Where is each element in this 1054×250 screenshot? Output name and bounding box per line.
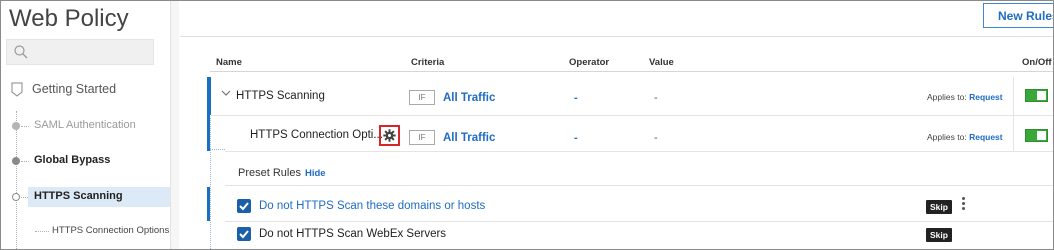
sidebar: Web Policy Getting Started SAML Authenti… — [1, 1, 179, 249]
column-header-criteria: Criteria — [411, 57, 445, 68]
if-badge: IF — [409, 130, 435, 145]
applies-to: Applies to: Request — [927, 92, 1003, 102]
tree-branch — [21, 126, 29, 127]
header-divider — [210, 71, 1053, 72]
row-divider — [211, 115, 1053, 116]
tree-node-dot — [12, 157, 20, 165]
page-title: Web Policy — [9, 5, 129, 32]
preset-rule-checkbox[interactable] — [237, 227, 251, 241]
toggle-knob — [1037, 91, 1046, 100]
row-divider — [225, 185, 1053, 186]
column-header-onoff: On/Off — [1022, 57, 1052, 68]
applies-to-label: Applies to: — [927, 92, 967, 102]
tree-branch — [21, 161, 29, 162]
preset-rule-label: Do not HTTPS Scan WebEx Servers — [259, 228, 447, 240]
rule-name: HTTPS Scanning — [236, 90, 325, 102]
operator-value: - — [574, 92, 578, 104]
gear-icon — [383, 129, 396, 142]
rule-settings-button[interactable] — [379, 125, 400, 146]
row-divider — [225, 151, 1053, 152]
hide-preset-link[interactable]: Hide — [305, 168, 326, 179]
sidebar-item-getting-started[interactable]: Getting Started — [1, 81, 171, 101]
column-divider — [1013, 77, 1014, 115]
if-badge: IF — [409, 90, 435, 105]
sidebar-item-label: SAML Authentication — [34, 119, 136, 131]
criteria-link[interactable]: All Traffic — [443, 92, 495, 104]
sidebar-item-label: HTTPS Connection Options — [52, 225, 170, 236]
criteria-link[interactable]: All Traffic — [443, 132, 495, 144]
search-icon — [14, 45, 28, 59]
sidebar-item-saml-authentication[interactable]: SAML Authentication — [1, 118, 171, 136]
column-header-name: Name — [216, 57, 242, 68]
main-panel: New Rules Name Criteria Operator Value O… — [180, 1, 1053, 249]
new-rules-button[interactable]: New Rules — [983, 3, 1053, 28]
app-frame: Web Policy Getting Started SAML Authenti… — [0, 0, 1054, 250]
preset-rules-heading: Preset Rules Hide — [238, 167, 326, 179]
shield-icon — [11, 82, 23, 97]
tree-branch — [210, 149, 225, 150]
skip-badge: Skip — [926, 200, 952, 214]
rule-toggle[interactable] — [1025, 89, 1048, 102]
sidebar-item-label: Global Bypass — [34, 154, 111, 166]
checkmark-icon — [239, 230, 249, 239]
applies-to-value[interactable]: Request — [969, 92, 1003, 102]
sidebar-item-https-scanning[interactable]: HTTPS Scanning — [1, 187, 171, 207]
preset-rule-checkbox[interactable] — [237, 199, 251, 213]
sidebar-item-https-connection-options[interactable]: HTTPS Connection Options — [1, 223, 171, 241]
skip-badge: Skip — [926, 228, 952, 242]
column-header-value: Value — [649, 57, 674, 68]
search-input[interactable] — [6, 39, 154, 65]
tree-branch — [35, 231, 49, 232]
preset-rules-label: Preset Rules — [238, 167, 301, 179]
column-divider — [1013, 115, 1014, 151]
more-options-icon[interactable] — [962, 197, 966, 213]
rule-toggle[interactable] — [1025, 129, 1048, 142]
tree-connector — [210, 118, 211, 249]
sidebar-item-label: HTTPS Scanning — [34, 190, 123, 202]
operator-value: - — [574, 132, 578, 144]
rule-name: HTTPS Connection Opti... — [250, 129, 383, 141]
value-cell: - — [654, 132, 658, 144]
sidebar-scrollbar[interactable] — [170, 1, 179, 249]
toggle-knob — [1037, 131, 1046, 140]
checkmark-icon — [239, 202, 249, 211]
chevron-down-icon[interactable] — [220, 88, 232, 98]
row-divider — [225, 221, 1053, 222]
row-selected-indicator — [207, 77, 211, 115]
applies-to-label: Applies to: — [927, 132, 967, 142]
divider — [180, 36, 1053, 37]
applies-to: Applies to: Request — [927, 132, 1003, 142]
sidebar-item-label: Getting Started — [32, 82, 117, 96]
tree-branch — [21, 197, 28, 198]
value-cell: - — [654, 92, 658, 104]
tree-node-dot — [12, 193, 20, 201]
tree-node-dot — [12, 122, 20, 130]
preset-rule-label[interactable]: Do not HTTPS Scan these domains or hosts — [259, 200, 485, 212]
sidebar-item-global-bypass[interactable]: Global Bypass — [1, 153, 171, 171]
row-selected-indicator — [207, 187, 210, 221]
applies-to-value[interactable]: Request — [969, 132, 1003, 142]
column-header-operator: Operator — [569, 57, 610, 68]
